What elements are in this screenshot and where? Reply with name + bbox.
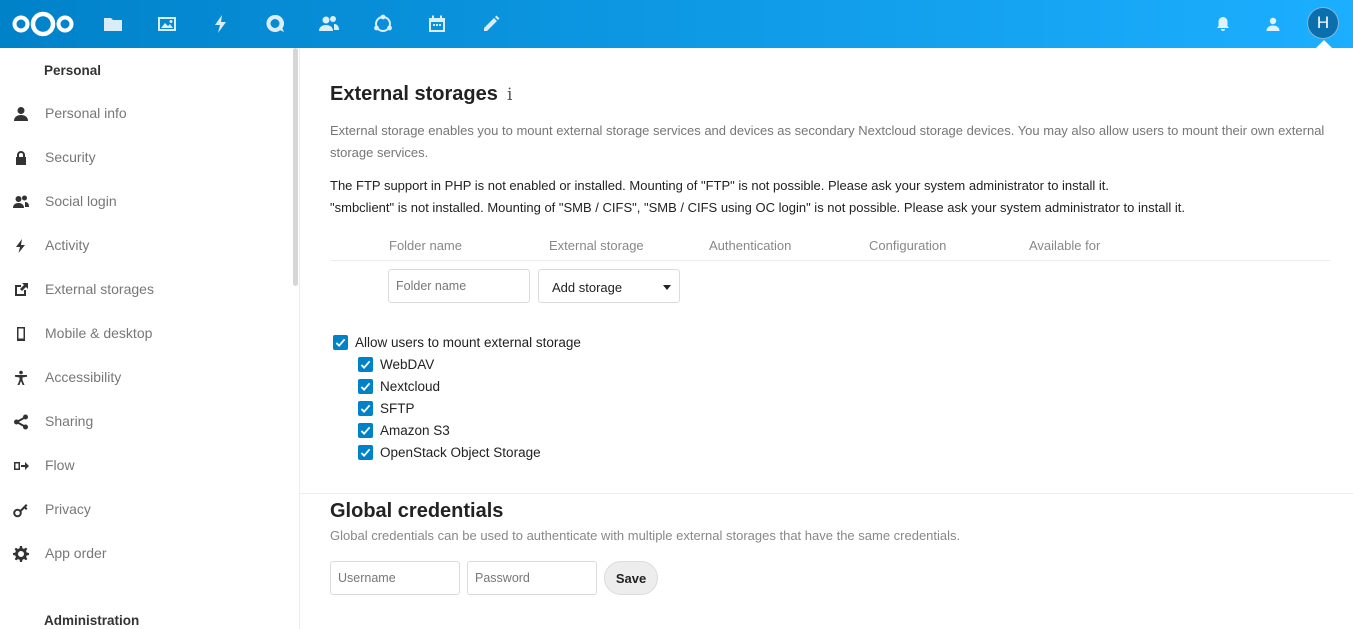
sidebar-item-privacy[interactable]: Privacy <box>0 488 290 532</box>
sidebar-item-flow[interactable]: Flow <box>0 444 290 488</box>
sidebar-item-label: Social login <box>45 193 117 209</box>
lock-icon <box>12 149 30 167</box>
backend-checkbox-row[interactable]: Amazon S3 <box>358 420 450 440</box>
talk-icon[interactable] <box>263 12 287 36</box>
allow-mount-label: Allow users to mount external storage <box>355 334 581 350</box>
page-title: External storages <box>330 83 498 105</box>
sidebar-item-label: Personal info <box>45 105 127 121</box>
column-header-available-for: Available for <box>1029 238 1101 253</box>
add-storage-label: Add storage <box>552 280 623 295</box>
calendar-icon[interactable] <box>425 12 449 36</box>
nextcloud-logo-icon[interactable] <box>12 10 74 38</box>
caret-down-icon <box>663 285 671 290</box>
top-header: H <box>0 0 1353 48</box>
backend-label: Nextcloud <box>380 378 441 394</box>
backend-checkbox-row[interactable]: OpenStack Object Storage <box>358 442 541 462</box>
sidebar-scrollbar[interactable] <box>293 48 298 286</box>
sidebar-item-label: Security <box>45 149 96 165</box>
files-icon[interactable] <box>101 12 125 36</box>
allow-mount-checkbox[interactable] <box>333 334 348 350</box>
backend-checkbox-row[interactable]: WebDAV <box>358 354 434 374</box>
sidebar-item-label: Mobile & desktop <box>45 325 153 341</box>
backend-checkbox[interactable] <box>358 444 373 460</box>
sidebar-item-label: Privacy <box>45 501 91 517</box>
photos-icon[interactable] <box>155 12 179 36</box>
sidebar-item-mobile-desktop[interactable]: Mobile & desktop <box>0 312 290 356</box>
backend-checkbox-row[interactable]: Nextcloud <box>358 376 440 396</box>
backend-label: Amazon S3 <box>380 422 450 438</box>
folder-name-input[interactable] <box>388 269 530 303</box>
sidebar-item-sharing[interactable]: Sharing <box>0 400 290 444</box>
main-content: External storages i External storage ena… <box>300 48 1353 629</box>
menu-caret-icon <box>1316 40 1332 48</box>
info-icon[interactable]: i <box>507 85 512 105</box>
column-header-configuration: Configuration <box>869 238 947 253</box>
gear-icon <box>12 545 30 563</box>
section-title-personal: Personal <box>44 63 102 78</box>
contacts-icon[interactable] <box>317 12 341 36</box>
accessibility-icon <box>12 369 30 387</box>
save-button[interactable]: Save <box>604 561 658 595</box>
bell-icon[interactable] <box>1211 12 1235 36</box>
contacts-menu-icon[interactable] <box>1261 12 1285 36</box>
settings-sidebar: Personal Personal info Security Social l… <box>0 48 300 629</box>
password-input[interactable] <box>467 561 597 595</box>
avatar-initial: H <box>1316 13 1330 32</box>
backend-checkbox[interactable] <box>358 400 373 416</box>
backend-checkbox[interactable] <box>358 356 373 372</box>
username-input[interactable] <box>330 561 460 595</box>
column-header-authentication: Authentication <box>709 238 792 253</box>
group-icon <box>12 193 30 211</box>
sidebar-item-label: Flow <box>45 457 75 473</box>
sidebar-item-security[interactable]: Security <box>0 136 290 180</box>
activity-icon <box>12 237 30 255</box>
notes-icon[interactable] <box>479 12 503 36</box>
key-icon <box>12 501 30 519</box>
share-icon <box>12 413 30 431</box>
activity-icon[interactable] <box>209 12 233 36</box>
sidebar-item-label: Activity <box>45 237 90 253</box>
allow-mount-checkbox-row[interactable]: Allow users to mount external storage <box>333 332 581 352</box>
external-link-icon <box>12 281 30 299</box>
backend-label: SFTP <box>380 400 415 416</box>
sidebar-item-label: External storages <box>45 281 154 297</box>
backend-label: OpenStack Object Storage <box>380 444 541 460</box>
section-description: External storage enables you to mount ex… <box>330 123 1325 160</box>
add-storage-select[interactable]: Add storage <box>538 269 680 303</box>
section-divider <box>300 493 1353 494</box>
phone-icon <box>12 325 30 343</box>
table-header-divider <box>330 260 1330 261</box>
sidebar-item-label: Accessibility <box>45 369 122 385</box>
sidebar-item-app-order[interactable]: App order <box>0 532 290 576</box>
sidebar-item-social-login[interactable]: Social login <box>0 180 290 224</box>
column-header-folder-name: Folder name <box>389 238 462 253</box>
user-icon <box>12 105 30 123</box>
backend-checkbox[interactable] <box>358 378 373 394</box>
circles-icon[interactable] <box>371 12 395 36</box>
sidebar-item-external-storages[interactable]: External storages <box>0 268 290 312</box>
backend-checkbox-row[interactable]: SFTP <box>358 398 415 418</box>
global-credentials-description: Global credentials can be used to authen… <box>330 528 961 543</box>
warning-smbclient: "smbclient" is not installed. Mounting o… <box>330 200 1185 215</box>
sidebar-item-activity[interactable]: Activity <box>0 224 290 268</box>
backend-checkbox[interactable] <box>358 422 373 438</box>
column-header-external-storage: External storage <box>549 238 644 253</box>
global-credentials-title: Global credentials <box>330 500 504 522</box>
sidebar-item-label: App order <box>45 545 107 561</box>
avatar[interactable]: H <box>1307 7 1339 39</box>
backend-label: WebDAV <box>380 356 435 372</box>
sidebar-item-accessibility[interactable]: Accessibility <box>0 356 290 400</box>
sidebar-item-label: Sharing <box>45 413 94 429</box>
warning-ftp: The FTP support in PHP is not enabled or… <box>330 178 1109 193</box>
sidebar-item-personal-info[interactable]: Personal info <box>0 92 290 136</box>
section-title-administration: Administration <box>44 613 140 628</box>
flow-icon <box>12 457 30 475</box>
